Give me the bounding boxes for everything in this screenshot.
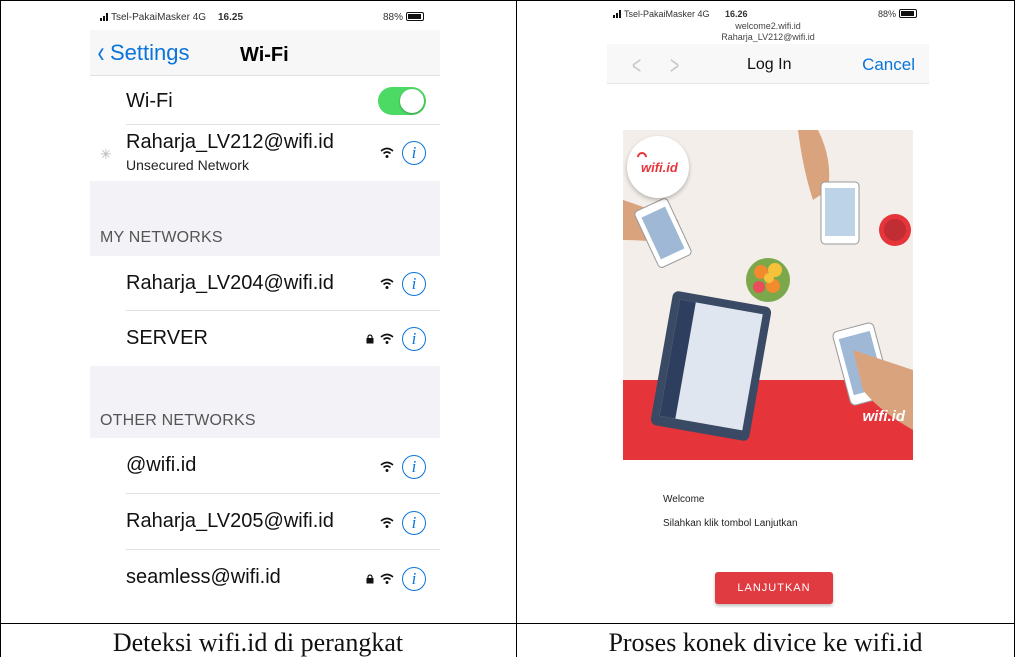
wifi-toggle-row: Wi-Fi — [90, 77, 440, 125]
info-icon[interactable]: i — [402, 141, 426, 165]
network-row[interactable]: SERVER i — [90, 311, 440, 366]
lock-icon — [366, 574, 374, 584]
battery-percent: 88% — [382, 12, 403, 23]
connecting-network-row[interactable]: ✳ Raharja_LV212@wifi.id Unsecured Networ… — [90, 125, 440, 181]
navigation-bar: ‹ Settings Wi-Fi — [90, 30, 440, 76]
table-border-left — [0, 0, 1, 657]
info-icon[interactable]: i — [402, 567, 426, 591]
carrier-text: Tsel-PakaiMasker 4G — [111, 12, 207, 23]
carrier-label: Tsel-PakaiMasker 4G — [100, 12, 206, 23]
battery-indicator: 88% — [878, 9, 917, 19]
network-row[interactable]: Raharja_LV205@wifi.id i — [90, 494, 440, 550]
wifi-signal-icon — [380, 278, 394, 289]
battery-indicator: 88% — [383, 12, 424, 23]
caption-left: Deteksi wifi.id di perangkat — [112, 628, 404, 657]
network-row[interactable]: seamless@wifi.id i — [90, 550, 440, 608]
portal-host: welcome2.wifi.id — [735, 21, 801, 31]
hero-image: wifi.id wifi.id — [623, 130, 913, 460]
wifi-settings-screenshot: Tsel-PakaiMasker 4G 16.25 88% ‹ Settings… — [90, 6, 440, 608]
battery-icon — [899, 9, 917, 18]
network-name: Raharja_LV204@wifi.id — [126, 272, 334, 294]
wifi-signal-icon — [380, 333, 394, 344]
portal-ssid: Raharja_LV212@wifi.id — [721, 32, 815, 42]
status-time: 16.25 — [218, 12, 244, 23]
login-navigation-bar: < > Log In Cancel — [607, 44, 929, 84]
wifi-signal-icon — [380, 573, 394, 584]
network-name: SERVER — [126, 327, 208, 349]
chevron-left-icon: ‹ — [97, 36, 105, 69]
my-networks-section-header: MY NETWORKS — [90, 181, 440, 256]
table-border-caption-row — [0, 623, 1015, 624]
info-icon[interactable]: i — [402, 511, 426, 535]
section-title: OTHER NETWORKS — [100, 412, 256, 429]
info-icon[interactable]: i — [402, 327, 426, 351]
wifi-signal-icon — [380, 461, 394, 472]
battery-icon — [406, 12, 424, 21]
loading-spinner-icon: ✳ — [100, 146, 112, 162]
logo-text: wifi.id — [641, 160, 678, 175]
info-icon[interactable]: i — [402, 455, 426, 479]
forward-arrow-icon[interactable]: > — [670, 50, 679, 81]
status-time: 16.26 — [725, 9, 748, 19]
carrier-label: Tsel-PakaiMasker 4G — [613, 9, 710, 19]
wifi-signal-icon — [380, 147, 394, 158]
other-networks-section-header: OTHER NETWORKS — [90, 366, 440, 438]
section-title: MY NETWORKS — [100, 229, 223, 246]
table-border-middle — [516, 0, 517, 657]
network-name: Raharja_LV212@wifi.id — [126, 131, 334, 153]
status-bar: Tsel-PakaiMasker 4G 16.26 88% — [607, 6, 929, 20]
back-label: Settings — [110, 40, 190, 65]
caption-right: Proses konek divice ke wifi.id — [608, 628, 923, 657]
page-title: Wi-Fi — [240, 44, 289, 66]
login-title: Log In — [747, 56, 792, 73]
table-border-top — [0, 0, 1015, 1]
network-name: seamless@wifi.id — [126, 566, 281, 588]
signal-icon — [613, 10, 621, 18]
captive-portal-screenshot: Tsel-PakaiMasker 4G 16.26 88% welcome2.w… — [607, 6, 929, 608]
back-arrow-icon[interactable]: < — [632, 50, 641, 81]
welcome-text: Welcome — [663, 494, 705, 505]
corner-logo-text: wifi.id — [862, 408, 906, 425]
network-name: @wifi.id — [126, 454, 197, 476]
signal-icon — [100, 13, 108, 21]
document-table: Tsel-PakaiMasker 4G 16.25 88% ‹ Settings… — [0, 0, 1015, 657]
lock-icon — [366, 334, 374, 344]
network-name: Raharja_LV205@wifi.id — [126, 510, 334, 532]
wifi-id-logo: wifi.id — [627, 136, 689, 198]
network-row[interactable]: Raharja_LV204@wifi.id i — [90, 256, 440, 311]
instruction-text: Silahkan klik tombol Lanjutkan — [663, 518, 798, 529]
wifi-row-label: Wi-Fi — [126, 90, 173, 112]
network-row[interactable]: @wifi.id i — [90, 438, 440, 494]
info-icon[interactable]: i — [402, 272, 426, 296]
battery-percent: 88% — [877, 9, 896, 19]
network-security-status: Unsecured Network — [126, 157, 249, 173]
status-bar: Tsel-PakaiMasker 4G 16.25 88% — [90, 6, 440, 28]
carrier-text: Tsel-PakaiMasker 4G — [624, 9, 710, 19]
wifi-toggle[interactable] — [378, 87, 426, 115]
cancel-button[interactable]: Cancel — [862, 55, 915, 75]
wifi-signal-icon — [380, 517, 394, 528]
back-button[interactable]: ‹ Settings — [96, 36, 190, 69]
lanjutkan-button[interactable]: LANJUTKAN — [715, 572, 833, 604]
portal-address: welcome2.wifi.id Raharja_LV212@wifi.id — [607, 21, 929, 43]
